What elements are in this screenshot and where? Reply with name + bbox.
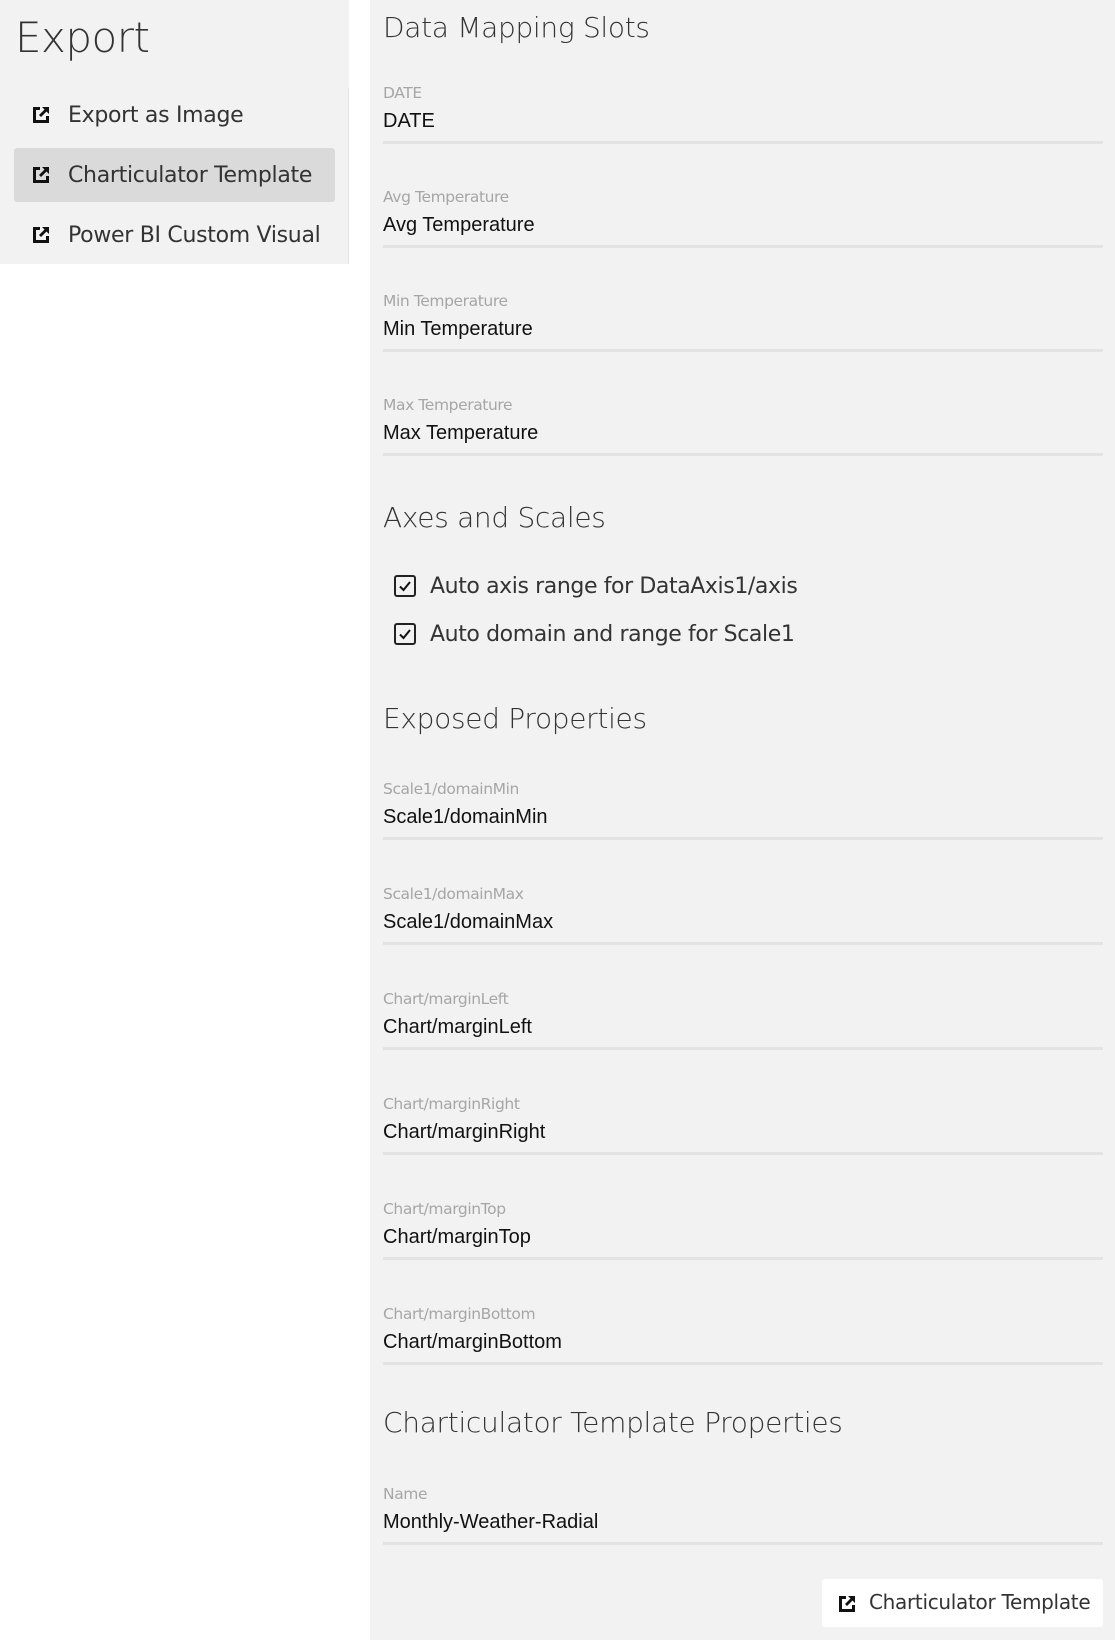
field-chart-margin-top: Chart/marginTop xyxy=(383,1200,1103,1260)
template-name-input[interactable] xyxy=(383,1507,1103,1537)
menu-item-export-as-image[interactable]: Export as Image xyxy=(14,88,335,142)
template-properties-heading: Charticulator Template Properties xyxy=(383,1406,843,1439)
avg-temperature-input[interactable] xyxy=(383,210,1103,240)
checkbox-label: Auto domain and range for Scale1 xyxy=(430,621,795,647)
export-icon xyxy=(33,227,49,243)
chart-margin-right-input[interactable] xyxy=(383,1117,1103,1147)
field-label: Scale1/domainMax xyxy=(383,885,524,903)
field-underline xyxy=(383,245,1103,248)
field-label: Chart/marginBottom xyxy=(383,1305,536,1323)
checkmark-icon xyxy=(399,629,411,640)
field-label: Chart/marginLeft xyxy=(383,990,509,1008)
field-chart-margin-right: Chart/marginRight xyxy=(383,1095,1103,1155)
exposed-properties-heading: Exposed Properties xyxy=(383,702,647,735)
menu-item-label: Power BI Custom Visual xyxy=(68,222,321,248)
field-underline xyxy=(383,141,1103,144)
menu-item-power-bi-custom-visual[interactable]: Power BI Custom Visual xyxy=(14,208,335,262)
field-label: Max Temperature xyxy=(383,396,513,414)
field-underline xyxy=(383,1152,1103,1155)
max-temperature-input[interactable] xyxy=(383,418,1103,448)
menu-item-charticulator-template[interactable]: Charticulator Template xyxy=(14,148,335,202)
chart-margin-bottom-input[interactable] xyxy=(383,1327,1103,1357)
field-min-temperature: Min Temperature xyxy=(383,292,1103,352)
field-underline xyxy=(383,1362,1103,1365)
min-temperature-input[interactable] xyxy=(383,314,1103,344)
field-date: DATE xyxy=(383,84,1103,144)
field-underline xyxy=(383,1047,1103,1050)
export-icon xyxy=(839,1596,855,1612)
export-icon xyxy=(33,107,49,123)
scale1-domain-max-input[interactable] xyxy=(383,907,1103,937)
template-properties-panel: Data Mapping Slots DATE Avg Temperature … xyxy=(370,0,1115,1640)
export-charticulator-template-button[interactable]: Charticulator Template xyxy=(822,1579,1103,1627)
axes-and-scales-heading: Axes and Scales xyxy=(383,501,606,534)
field-label: Avg Temperature xyxy=(383,188,509,206)
export-icon xyxy=(33,167,49,183)
field-label: Chart/marginRight xyxy=(383,1095,520,1113)
sidebar-divider xyxy=(348,88,349,264)
field-label: DATE xyxy=(383,84,422,102)
field-label: Min Temperature xyxy=(383,292,508,310)
export-sidebar: Export Export as Image Charticulator Tem… xyxy=(0,0,349,264)
checkbox-checked[interactable] xyxy=(394,623,416,645)
data-mapping-slots-heading: Data Mapping Slots xyxy=(383,11,650,44)
field-avg-temperature: Avg Temperature xyxy=(383,188,1103,248)
field-template-name: Name xyxy=(383,1485,1103,1545)
field-chart-margin-left: Chart/marginLeft xyxy=(383,990,1103,1050)
field-label: Scale1/domainMin xyxy=(383,780,519,798)
auto-axis-range-checkbox[interactable]: Auto axis range for DataAxis1/axis xyxy=(394,571,798,601)
field-chart-margin-bottom: Chart/marginBottom xyxy=(383,1305,1103,1365)
auto-domain-range-checkbox[interactable]: Auto domain and range for Scale1 xyxy=(394,619,795,649)
checkbox-checked[interactable] xyxy=(394,575,416,597)
field-label: Name xyxy=(383,1485,428,1503)
field-underline xyxy=(383,837,1103,840)
field-underline xyxy=(383,1542,1103,1545)
field-underline xyxy=(383,1257,1103,1260)
menu-item-label: Export as Image xyxy=(68,102,244,128)
field-max-temperature: Max Temperature xyxy=(383,396,1103,456)
chart-margin-left-input[interactable] xyxy=(383,1012,1103,1042)
checkbox-label: Auto axis range for DataAxis1/axis xyxy=(430,573,798,599)
field-scale1-domain-max: Scale1/domainMax xyxy=(383,885,1103,945)
field-scale1-domain-min: Scale1/domainMin xyxy=(383,780,1103,840)
field-underline xyxy=(383,453,1103,456)
field-underline xyxy=(383,349,1103,352)
field-underline xyxy=(383,942,1103,945)
field-label: Chart/marginTop xyxy=(383,1200,506,1218)
export-title: Export xyxy=(15,13,150,62)
date-input[interactable] xyxy=(383,106,1103,136)
checkmark-icon xyxy=(399,581,411,592)
chart-margin-top-input[interactable] xyxy=(383,1222,1103,1252)
button-label: Charticulator Template xyxy=(869,1590,1091,1614)
menu-item-label: Charticulator Template xyxy=(68,162,313,188)
scale1-domain-min-input[interactable] xyxy=(383,802,1103,832)
